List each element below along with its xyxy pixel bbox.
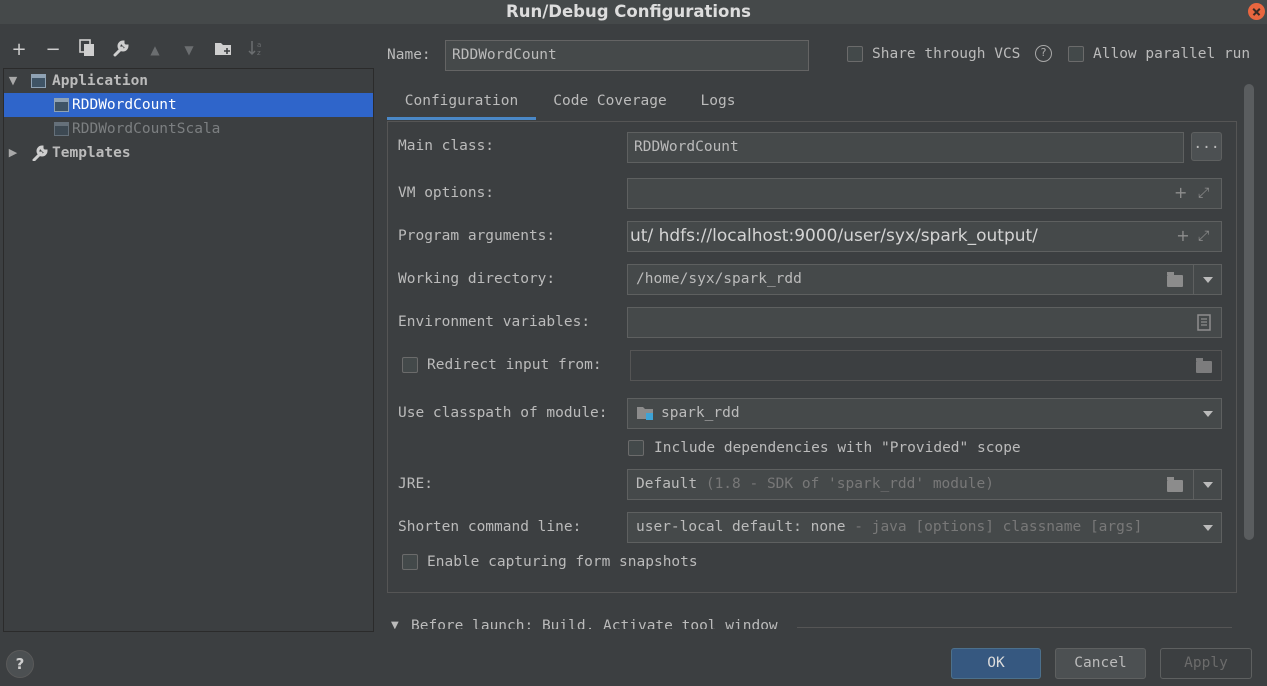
- shorten-command-line-select[interactable]: user-local default: none - java [options…: [627, 512, 1222, 543]
- configuration-tree: ▼ Application RDDWordCount RDDWordCountS…: [3, 68, 374, 632]
- tree-label-templates: Templates: [52, 145, 131, 161]
- tree-item-rddwordcount[interactable]: RDDWordCount: [4, 93, 373, 117]
- classpath-module-value: spark_rdd: [661, 405, 740, 421]
- main-class-input[interactable]: RDDWordCount: [627, 132, 1184, 163]
- tree-label-application: Application: [52, 73, 149, 89]
- chevron-down-icon[interactable]: [1203, 277, 1213, 283]
- tree-item-label: RDDWordCount: [72, 97, 177, 113]
- chevron-down-icon[interactable]: [1203, 411, 1213, 417]
- include-dependencies-label: Include dependencies with "Provided" sco…: [654, 440, 1021, 456]
- folder-icon[interactable]: [1167, 272, 1183, 287]
- before-launch-section[interactable]: ▼ Before launch: Build, Activate tool wi…: [387, 614, 1237, 629]
- shorten-value: user-local default: none: [636, 519, 846, 535]
- browse-main-class-button[interactable]: ...: [1191, 132, 1222, 161]
- form-snapshots-label: Enable capturing form snapshots: [427, 554, 698, 570]
- vm-options-input[interactable]: [627, 178, 1222, 209]
- tab-logs[interactable]: Logs: [690, 88, 746, 120]
- working-directory-label: Working directory:: [398, 271, 556, 287]
- redirect-input-label: Redirect input from:: [427, 357, 602, 373]
- jre-label: JRE:: [398, 476, 433, 492]
- scrollbar[interactable]: [1244, 84, 1254, 540]
- shorten-command-line-label: Shorten command line:: [398, 519, 582, 535]
- vm-options-label: VM options:: [398, 185, 495, 201]
- allow-parallel-checkbox[interactable]: [1068, 46, 1084, 62]
- before-launch-label: Before launch: Build, Activate tool wind…: [411, 618, 778, 629]
- tree-item-rddwordcountscala[interactable]: RDDWordCountScala: [4, 117, 373, 141]
- apply-button: Apply: [1160, 648, 1252, 679]
- folder-icon: [1196, 358, 1212, 373]
- share-vcs-label: Share through VCS: [872, 46, 1021, 62]
- tree-node-application[interactable]: ▼ Application: [4, 69, 373, 93]
- jre-hint: (1.8 - SDK of 'spark_rdd' module): [705, 476, 994, 492]
- document-icon[interactable]: [1197, 314, 1211, 335]
- help-button[interactable]: ?: [6, 650, 34, 678]
- move-down-icon: ▼: [184, 43, 194, 57]
- svg-text:z: z: [257, 49, 261, 57]
- name-label: Name:: [387, 47, 431, 63]
- divider: [1193, 470, 1194, 499]
- wrench-icon[interactable]: [110, 39, 132, 61]
- window-title: Run/Debug Configurations: [506, 2, 751, 21]
- chevron-down-icon: ▼: [391, 620, 399, 629]
- form-snapshots-checkbox[interactable]: [402, 554, 418, 570]
- application-icon: [31, 74, 46, 88]
- allow-parallel-label: Allow parallel run: [1093, 46, 1251, 62]
- tab-code-coverage[interactable]: Code Coverage: [544, 88, 676, 120]
- plus-icon[interactable]: +: [1174, 183, 1187, 203]
- program-arguments-input[interactable]: ut/ hdfs://localhost:9000/user/syx/spark…: [627, 221, 1222, 252]
- jre-value: Default: [636, 476, 698, 492]
- jre-select[interactable]: Default (1.8 - SDK of 'spark_rdd' module…: [627, 469, 1222, 500]
- help-icon[interactable]: ?: [1035, 45, 1052, 62]
- chevron-right-icon[interactable]: ▶: [7, 141, 19, 165]
- move-up-icon: ▲: [150, 43, 160, 57]
- divider: [1193, 265, 1194, 294]
- folder-icon[interactable]: [1167, 477, 1183, 492]
- cancel-button[interactable]: Cancel: [1055, 648, 1146, 679]
- wrench-icon: [31, 145, 49, 169]
- divider: [797, 627, 1232, 628]
- remove-icon[interactable]: −: [42, 39, 64, 61]
- expand-icon[interactable]: ⤢: [1198, 183, 1209, 203]
- tab-configuration[interactable]: Configuration: [387, 88, 536, 120]
- program-arguments-value: ut/ hdfs://localhost:9000/user/syx/spark…: [630, 226, 1038, 246]
- chevron-down-icon[interactable]: [1203, 482, 1213, 488]
- tree-item-label: RDDWordCountScala: [72, 121, 221, 137]
- tree-node-templates[interactable]: ▶ Templates: [4, 141, 373, 165]
- plus-icon[interactable]: +: [1174, 226, 1192, 246]
- name-input[interactable]: RDDWordCount: [445, 40, 809, 71]
- chevron-down-icon[interactable]: ▼: [7, 69, 19, 93]
- classpath-module-label: Use classpath of module:: [398, 405, 608, 421]
- environment-variables-input[interactable]: [627, 307, 1222, 338]
- classpath-module-select[interactable]: spark_rdd: [627, 398, 1222, 429]
- svg-text:a: a: [257, 41, 261, 49]
- new-folder-icon[interactable]: [212, 39, 234, 61]
- expand-icon[interactable]: ⤢: [1198, 226, 1209, 246]
- program-arguments-label: Program arguments:: [398, 228, 556, 244]
- copy-icon[interactable]: [76, 39, 98, 61]
- share-vcs-checkbox[interactable]: [847, 46, 863, 62]
- shorten-hint: - java [options] classname [args]: [854, 519, 1143, 535]
- environment-variables-label: Environment variables:: [398, 314, 591, 330]
- main-class-label: Main class:: [398, 138, 495, 154]
- redirect-input-checkbox[interactable]: [402, 357, 418, 373]
- application-icon: [54, 122, 69, 136]
- module-icon: [637, 405, 655, 425]
- application-icon: [54, 98, 69, 112]
- ok-button[interactable]: OK: [951, 648, 1041, 679]
- close-icon[interactable]: [1248, 3, 1265, 20]
- include-dependencies-checkbox[interactable]: [628, 440, 644, 456]
- redirect-input-field: [630, 350, 1222, 381]
- working-directory-input[interactable]: /home/syx/spark_rdd: [627, 264, 1222, 295]
- add-icon[interactable]: +: [8, 39, 30, 61]
- chevron-down-icon[interactable]: [1203, 525, 1213, 531]
- sort-icon: az: [246, 39, 268, 61]
